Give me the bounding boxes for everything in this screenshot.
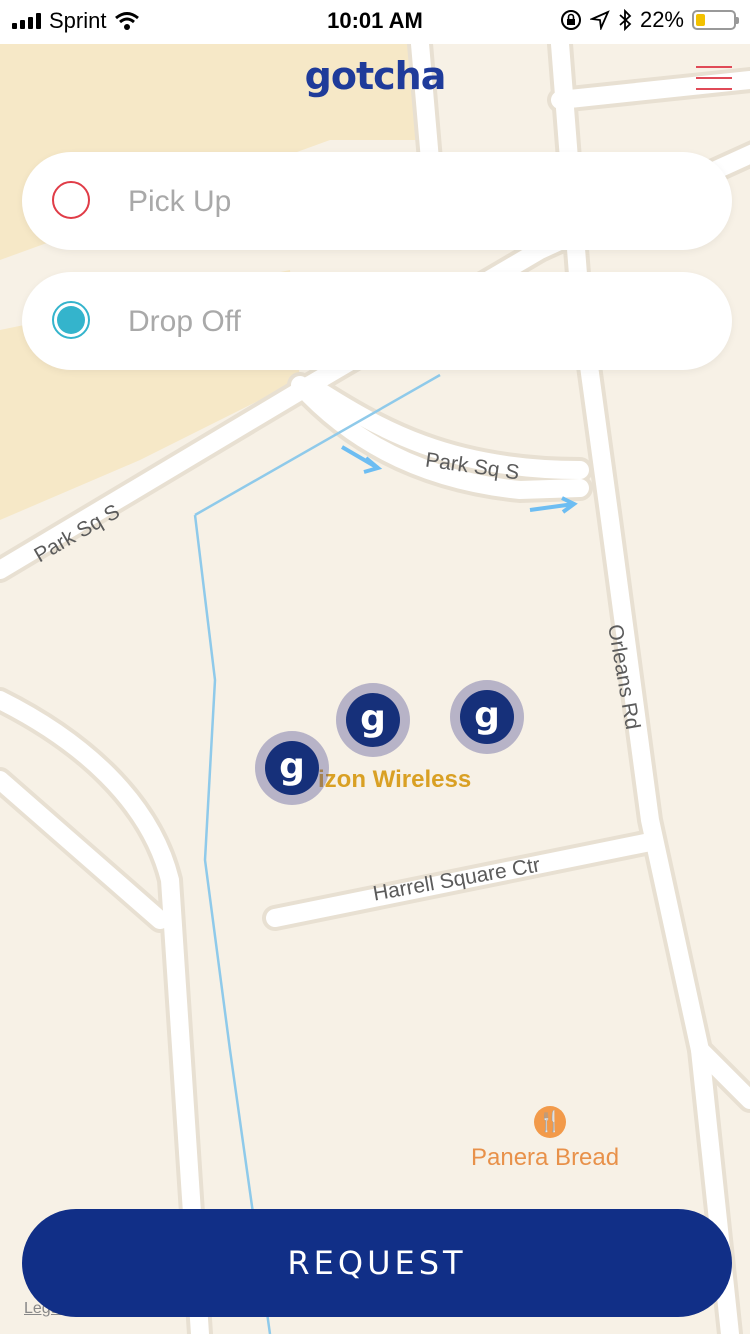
place-label-panera-bread[interactable]: Panera Bread xyxy=(471,1144,619,1172)
place-label-verizon-wireless[interactable]: izon Wireless xyxy=(318,766,471,794)
request-button[interactable]: REQUEST xyxy=(22,1209,732,1317)
hamburger-menu-icon[interactable] xyxy=(696,66,732,94)
battery-icon xyxy=(692,10,739,30)
battery-level-fill xyxy=(696,14,705,26)
pickup-input[interactable] xyxy=(126,176,690,228)
status-bar-right: 22% xyxy=(560,7,739,33)
gotcha-vehicle-icon: g xyxy=(265,741,319,795)
vehicle-marker[interactable]: g xyxy=(336,683,410,757)
pickup-field[interactable] xyxy=(22,152,732,250)
location-arrow-icon xyxy=(589,10,610,30)
fork-knife-icon[interactable]: 🍴 xyxy=(534,1106,566,1138)
vehicle-marker[interactable]: g xyxy=(255,731,329,805)
dropoff-field[interactable] xyxy=(22,272,732,370)
gotcha-vehicle-icon: g xyxy=(346,693,400,747)
battery-percent: 22% xyxy=(639,7,684,32)
orientation-lock-icon xyxy=(560,10,581,30)
dropoff-input[interactable] xyxy=(126,296,690,348)
gotcha-vehicle-icon: g xyxy=(460,690,514,744)
bluetooth-icon xyxy=(619,9,632,31)
app-header: gotcha xyxy=(0,44,750,124)
dropoff-dot-icon xyxy=(52,301,90,339)
gotcha-logo: gotcha xyxy=(304,54,447,98)
status-bar: Sprint 10:01 AM 22% xyxy=(0,0,750,44)
vehicle-marker[interactable]: g xyxy=(450,680,524,754)
pickup-dot-icon xyxy=(52,181,90,219)
